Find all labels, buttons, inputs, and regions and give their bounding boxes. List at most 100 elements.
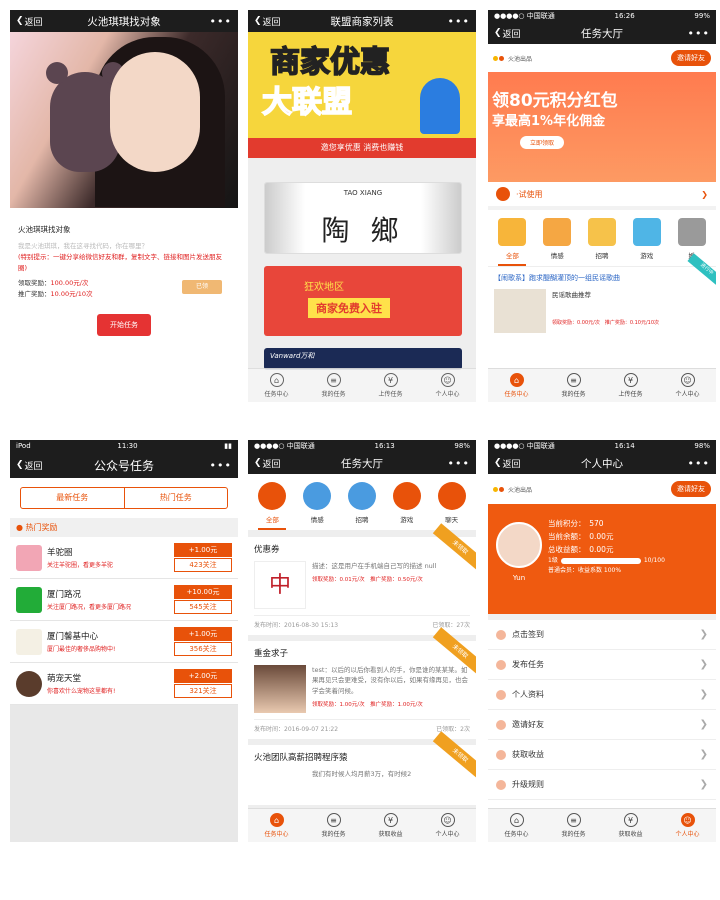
invite-button[interactable]: 邀请好友 xyxy=(671,50,711,66)
account-row[interactable]: 厦门馨基中心 厦门最佳的奢侈品购物中! +1.00元 356关注 xyxy=(10,621,238,663)
account-row[interactable]: 厦门路况 关注厦门路况，看更多厦门路况 +10.00元 545关注 xyxy=(10,579,238,621)
yen-icon: ¥ xyxy=(623,813,638,827)
chevron-right-icon: ❯ xyxy=(699,629,708,640)
nav-bar: ❮ 返回 任务大厅 ••• xyxy=(488,22,716,44)
more-icon[interactable]: ••• xyxy=(688,27,710,40)
task-desc: 描述：这是用户在手机端自己写的描述 null xyxy=(312,562,437,570)
tab-my-tasks[interactable]: ≡ 我的任务 xyxy=(305,809,362,842)
tab-earnings[interactable]: ¥ 获取收益 xyxy=(362,809,419,842)
menu-checkin[interactable]: 点击签到 ❯ xyxy=(488,620,716,650)
yen-icon: ¥ xyxy=(623,373,638,387)
start-task-button[interactable]: 开始任务 xyxy=(97,313,151,336)
back-button[interactable]: ❮ 返回 xyxy=(16,459,43,472)
tab-profile[interactable]: ☺ 个人中心 xyxy=(419,369,476,402)
home-icon: ⌂ xyxy=(509,813,524,827)
page-title: 公众号任务 xyxy=(93,458,154,473)
tab-task-center[interactable]: ⌂ 任务中心 xyxy=(488,369,545,402)
tab-task-center[interactable]: ⌂ 任务中心 xyxy=(248,369,305,402)
back-button[interactable]: ❮ 返回 xyxy=(494,457,521,470)
task-thumb xyxy=(494,289,546,333)
page-title: 个人中心 xyxy=(581,457,623,470)
task-card[interactable]: 未领取 重金求子 test：以后的以后你看到人的手，你是谁的某某某。如果再见只会… xyxy=(248,627,476,739)
category-emotion[interactable]: 情感 xyxy=(303,482,332,530)
promo-claim-button[interactable]: 立即领取 xyxy=(520,136,565,149)
category-emotion[interactable]: 情感 xyxy=(543,218,572,266)
claim-button[interactable]: 已领 xyxy=(182,279,222,294)
tab-upload[interactable]: ¥ 上传任务 xyxy=(602,369,659,402)
menu-upgrade-rules[interactable]: 升级规则 ❯ xyxy=(488,770,716,800)
menu-publish-task[interactable]: 发布任务 ❯ xyxy=(488,650,716,680)
nav-bar: ❮ 返回 公众号任务 ••• xyxy=(10,452,238,478)
back-button[interactable]: ❮ 返回 xyxy=(494,27,521,40)
back-button[interactable]: ❮ 返回 xyxy=(254,457,281,470)
more-icon[interactable]: ••• xyxy=(448,15,470,28)
tab-hot[interactable]: 热门任务 xyxy=(123,488,228,508)
page-title: 火池琪琪找对象 xyxy=(87,15,161,28)
reward-button[interactable]: +10.00元 545关注 xyxy=(174,585,232,614)
user-icon: ☺ xyxy=(440,813,455,827)
tab-profile[interactable]: ☺ 个人中心 xyxy=(659,369,716,402)
banner-line2: 大联盟 xyxy=(261,85,353,120)
account-row[interactable]: 羊驼圈 关注羊驼圈，看更多羊驼 +1.00元 423关注 xyxy=(10,537,238,579)
status-bar: ●●●●○ 中国联通 16:13 98% xyxy=(248,440,476,452)
more-icon[interactable]: ••• xyxy=(448,457,470,470)
task-card[interactable]: 未领取 火池团队高薪招聘程序猿 我们有时候人均月薪3万，有时候2 xyxy=(248,731,476,805)
category-all[interactable]: 全部 xyxy=(498,218,527,266)
tab-earnings[interactable]: ¥ 获取收益 xyxy=(602,809,659,842)
tab-my-tasks[interactable]: ≡ 我的任务 xyxy=(545,369,602,402)
tab-profile[interactable]: ☺ 个人中心 xyxy=(419,809,476,842)
tab-latest[interactable]: 最新任务 xyxy=(21,488,124,508)
more-icon[interactable]: ••• xyxy=(688,457,710,470)
more-icon[interactable]: ••• xyxy=(210,459,232,472)
category-all[interactable]: 全部 xyxy=(258,482,287,530)
merchant-name-zh: 陶 鄉 xyxy=(321,214,405,247)
tab-my-tasks[interactable]: ≡ 我的任务 xyxy=(305,369,362,402)
task-card[interactable]: 未领取 优惠券 中 描述：这是用户在手机端自己写的描述 null 领取奖励：0.0… xyxy=(248,523,476,635)
merchant-name-en: TAO XIANG xyxy=(343,189,383,197)
home-icon: ⌂ xyxy=(509,373,524,387)
avatar[interactable] xyxy=(496,522,542,568)
chevron-left-icon: ❮ xyxy=(254,458,262,468)
yen-icon: ¥ xyxy=(383,373,398,387)
tab-task-center[interactable]: ⌂ 任务中心 xyxy=(488,809,545,842)
news-row[interactable]: 【闹歌系】跑求醍醐灌顶的一组民谣歌曲 进行中 xyxy=(488,253,716,289)
trial-row[interactable]: ·试使用 ❯ xyxy=(488,182,716,210)
task-item-title: 民谣歌曲推荐 xyxy=(552,291,591,299)
merchant-card-join[interactable]: 狂欢地区 商家免费入驻 xyxy=(264,266,462,336)
banner-line1: 商家优惠 xyxy=(269,45,391,80)
category-games[interactable]: 游戏 xyxy=(392,482,421,530)
avatar xyxy=(16,586,42,613)
menu-profile[interactable]: 个人资料 ❯ xyxy=(488,680,716,710)
task-title: 重金求子 xyxy=(254,649,289,659)
user-icon: ☺ xyxy=(680,813,695,827)
promo-banner[interactable]: 领80元积分红包 享最高1%年化佣金 立即领取 xyxy=(488,72,716,182)
invite-button[interactable]: 邀请好友 xyxy=(671,481,711,497)
account-row[interactable]: 萌宠天堂 你喜欢什么宠物这里都有! +2.00元 321关注 xyxy=(10,663,238,705)
reward-button[interactable]: +1.00元 423关注 xyxy=(174,543,232,572)
task-item[interactable]: 民谣歌曲推荐 领取奖励：0.00元/次 推广奖励：0.10元/10次 xyxy=(488,289,716,333)
back-button[interactable]: ❮ 返回 xyxy=(16,15,43,28)
account-name: 厦门路况 xyxy=(47,590,82,600)
tab-upload[interactable]: ¥ 上传任务 xyxy=(362,369,419,402)
tab-task-center[interactable]: ⌂ 任务中心 xyxy=(248,809,305,842)
tab-my-tasks[interactable]: ≡ 我的任务 xyxy=(545,809,602,842)
menu-earnings[interactable]: 获取收益 ❯ xyxy=(488,740,716,770)
merchant-card-taoxiang[interactable]: TAO XIANG 陶 鄉 xyxy=(264,182,462,254)
merchant-banner[interactable]: 商家优惠 大联盟 邀您享优惠 消费也赚钱 xyxy=(248,32,476,158)
category-bar: 全部 情感 招聘 游戏 聊天 xyxy=(248,474,476,531)
category-games[interactable]: 游戏 xyxy=(632,218,661,266)
back-button[interactable]: ❮ 返回 xyxy=(254,15,281,28)
chevron-left-icon: ❮ xyxy=(254,16,262,26)
task-time: 发布时间：2016-08-30 15:13 xyxy=(254,622,339,629)
merchant-card-vanward[interactable]: Vanward万和 xyxy=(264,348,462,370)
category-jobs[interactable]: 招聘 xyxy=(587,218,616,266)
reward-button[interactable]: +1.00元 356关注 xyxy=(174,627,232,656)
chevron-left-icon: ❮ xyxy=(494,458,502,468)
account-name: 萌宠天堂 xyxy=(47,674,82,684)
menu-invite[interactable]: 邀请好友 ❯ xyxy=(488,710,716,740)
category-jobs[interactable]: 招聘 xyxy=(347,482,376,530)
more-icon[interactable]: ••• xyxy=(210,15,232,28)
avatar xyxy=(16,670,42,697)
reward-button[interactable]: +2.00元 321关注 xyxy=(174,669,232,698)
tab-profile[interactable]: ☺ 个人中心 xyxy=(659,809,716,842)
